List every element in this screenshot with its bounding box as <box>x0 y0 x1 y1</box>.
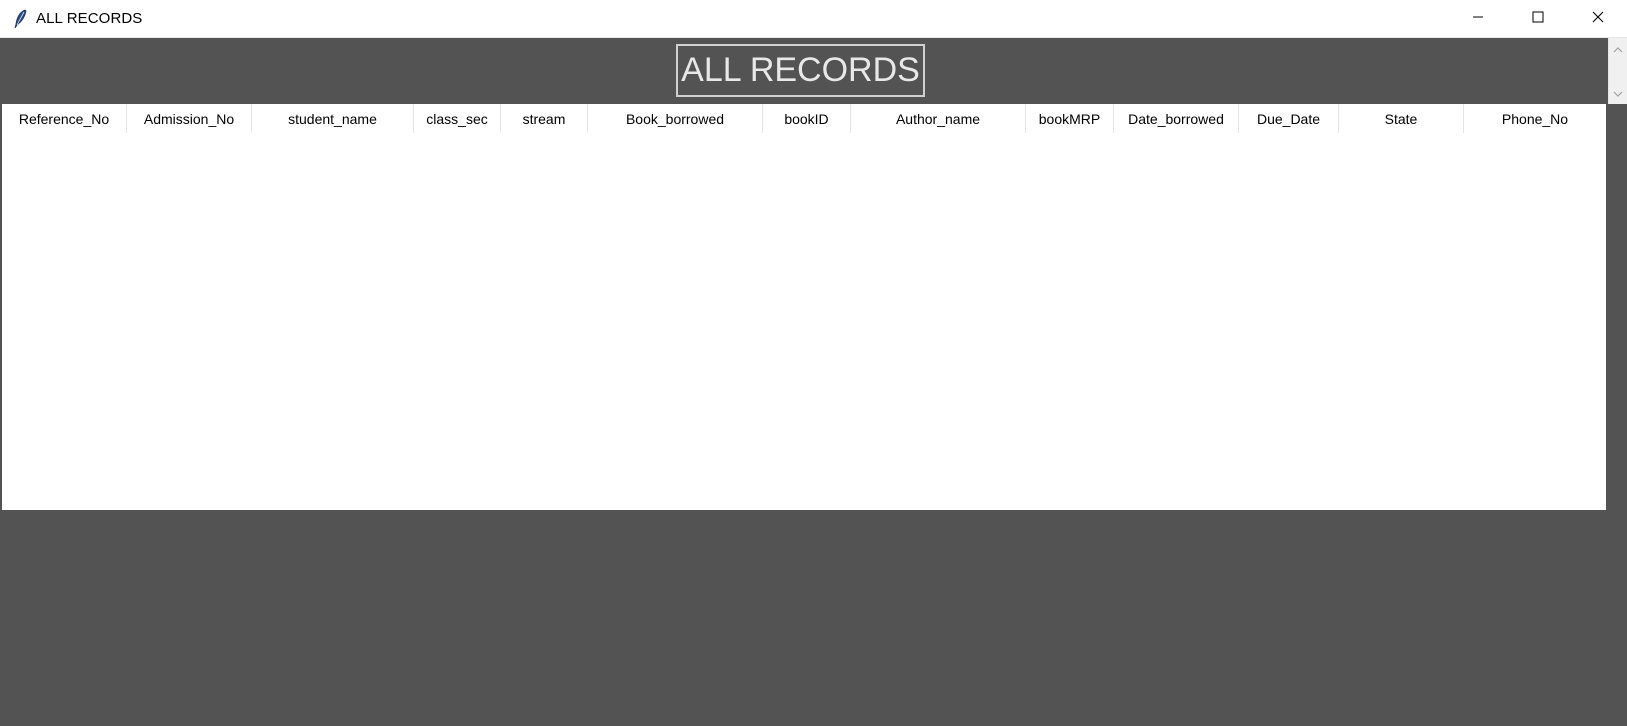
chevron-up-icon <box>1613 40 1623 58</box>
table-body[interactable] <box>2 133 1606 510</box>
column-header-state[interactable]: State <box>1339 104 1464 133</box>
column-header-due-date[interactable]: Due_Date <box>1239 104 1339 133</box>
page-title: ALL RECORDS <box>676 44 925 97</box>
column-header-student-name[interactable]: student_name <box>252 104 414 133</box>
column-header-phone-no[interactable]: Phone_No <box>1464 104 1606 133</box>
vertical-scrollbar[interactable] <box>1608 38 1627 104</box>
column-header-book-borrowed[interactable]: Book_borrowed <box>588 104 763 133</box>
scroll-down-button[interactable] <box>1609 84 1627 102</box>
close-icon <box>1592 10 1604 28</box>
column-header-book-mrp[interactable]: bookMRP <box>1026 104 1114 133</box>
minimize-icon <box>1472 10 1484 28</box>
column-header-reference-no[interactable]: Reference_No <box>2 104 127 133</box>
scroll-up-button[interactable] <box>1609 40 1627 58</box>
minimize-button[interactable] <box>1449 0 1507 38</box>
maximize-button[interactable] <box>1509 0 1567 38</box>
chevron-down-icon <box>1613 84 1623 102</box>
column-header-stream[interactable]: stream <box>501 104 588 133</box>
window-title: ALL RECORDS <box>36 10 143 27</box>
column-header-book-id[interactable]: bookID <box>763 104 851 133</box>
maximize-icon <box>1532 10 1544 28</box>
app-window: ALL RECORDS ALL RECORDS Reference_No Adm… <box>0 0 1627 726</box>
title-bar[interactable]: ALL RECORDS <box>0 0 1627 38</box>
column-header-author-name[interactable]: Author_name <box>851 104 1026 133</box>
column-header-date-borrowed[interactable]: Date_borrowed <box>1114 104 1239 133</box>
records-table[interactable]: Reference_No Admission_No student_name c… <box>2 104 1606 510</box>
column-header-admission-no[interactable]: Admission_No <box>127 104 252 133</box>
column-header-class-sec[interactable]: class_sec <box>414 104 501 133</box>
table-header-row: Reference_No Admission_No student_name c… <box>2 104 1606 133</box>
close-button[interactable] <box>1569 0 1627 38</box>
feather-icon <box>12 9 30 29</box>
